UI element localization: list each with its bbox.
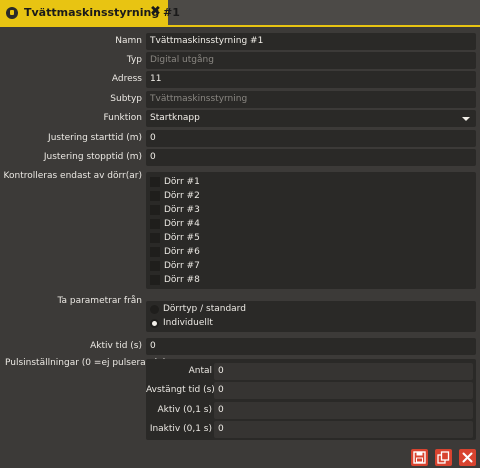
tab-close-icon[interactable]: ✖ [150, 4, 161, 19]
just-start-row: Justering starttid (m) 0 [0, 130, 480, 148]
justering-stopptid-field[interactable]: 0 [146, 149, 476, 166]
namn-label: Namn [115, 36, 142, 46]
door-label: Dörr #1 [164, 177, 200, 187]
door-label: Dörr #2 [164, 191, 200, 201]
params-label: Ta parametrar från [57, 296, 142, 306]
checkbox-icon [150, 275, 160, 285]
aktiv-01-field[interactable]: 0 [214, 402, 473, 419]
namn-field[interactable]: Tvättmaskinsstyrning #1 [146, 33, 476, 50]
justering-starttid-label: Justering starttid (m) [48, 133, 142, 143]
just-stopp-row: Justering stopptid (m) 0 [0, 149, 480, 167]
typ-label: Typ [126, 55, 142, 65]
namn-row: Namn Tvättmaskinsstyrning #1 [0, 33, 480, 51]
door-checkbox-8[interactable]: Dörr #8 [150, 275, 250, 287]
checkbox-icon [150, 205, 160, 215]
puls-avstangt-row: Avstängt tid (s) 0 [146, 382, 476, 400]
checkbox-icon [150, 177, 160, 187]
close-button[interactable] [459, 449, 476, 466]
door-checkbox-1[interactable]: Dörr #1 [150, 177, 250, 189]
aktiv-tid-row: Aktiv tid (s) 0 [0, 338, 480, 356]
radio-label: Dörrtyp / standard [163, 304, 246, 314]
avstangt-tid-label: Avstängt tid (s) [146, 385, 215, 395]
door-checkbox-6[interactable]: Dörr #6 [150, 247, 250, 259]
door-checkbox-2[interactable]: Dörr #2 [150, 191, 250, 203]
radio-dorrtyp-standard[interactable]: Dörrtyp / standard [150, 304, 300, 316]
subtyp-row: Subtyp Tvättmaskinsstyrning [0, 91, 480, 109]
door-checkbox-5[interactable]: Dörr #5 [150, 233, 250, 245]
funktion-select[interactable]: Startknapp [146, 110, 476, 127]
door-label: Dörr #4 [164, 219, 200, 229]
puls-antal-row: Antal 0 [146, 363, 476, 381]
door-checkbox-7[interactable]: Dörr #7 [150, 261, 250, 273]
copy-icon [437, 451, 450, 464]
checkbox-icon [150, 219, 160, 229]
door-label: Dörr #6 [164, 247, 200, 257]
funktion-value: Startknapp [150, 113, 200, 123]
door-checkbox-4[interactable]: Dörr #4 [150, 219, 250, 231]
funktion-label: Funktion [103, 113, 142, 123]
tab-tvattmaskinsstyrning[interactable]: Tvättmaskinsstyrning #1 ✖ [0, 0, 180, 26]
radio-selected-icon [150, 319, 159, 328]
aktiv-tid-label: Aktiv tid (s) [90, 341, 142, 351]
adress-row: Adress 11 [0, 71, 480, 89]
antal-label: Antal [188, 366, 212, 376]
chevron-down-icon [462, 117, 470, 121]
door-label: Dörr #3 [164, 205, 200, 215]
door-label: Dörr #8 [164, 275, 200, 285]
adress-label: Adress [111, 74, 142, 84]
subtyp-field: Tvättmaskinsstyrning [146, 91, 476, 108]
adress-field[interactable]: 11 [146, 71, 476, 88]
puls-inaktiv-row: Inaktiv (0,1 s) 0 [146, 421, 476, 439]
radio-individuellt[interactable]: Individuellt [150, 318, 300, 330]
funktion-row: Funktion Startknapp [0, 110, 480, 128]
typ-row: Typ Digital utgång [0, 52, 480, 70]
justering-stopptid-label: Justering stopptid (m) [43, 152, 142, 162]
checkbox-icon [150, 191, 160, 201]
puls-label: Pulsinställningar (0 =ej pulserande) [5, 358, 167, 368]
save-button[interactable] [411, 449, 428, 466]
aktiv-tid-field[interactable]: 0 [146, 338, 476, 355]
tab-bar: Tvättmaskinsstyrning #1 ✖ [0, 0, 480, 27]
subtyp-label: Subtyp [110, 94, 142, 104]
door-label: Dörr #7 [164, 261, 200, 271]
inaktiv-01-label: Inaktiv (0,1 s) [149, 424, 212, 434]
checkbox-icon [150, 247, 160, 257]
antal-field[interactable]: 0 [214, 363, 473, 380]
save-icon [413, 451, 426, 464]
puls-aktiv-row: Aktiv (0,1 s) 0 [146, 402, 476, 420]
door-checkbox-3[interactable]: Dörr #3 [150, 205, 250, 217]
checkbox-icon [150, 261, 160, 271]
justering-starttid-field[interactable]: 0 [146, 130, 476, 147]
avstangt-tid-field[interactable]: 0 [214, 382, 473, 399]
checkbox-icon [150, 233, 160, 243]
lock-icon [6, 7, 18, 19]
doors-label: Kontrolleras endast av dörr(ar) [3, 171, 142, 181]
aktiv-01-label: Aktiv (0,1 s) [157, 405, 212, 415]
copy-button[interactable] [435, 449, 452, 466]
radio-icon [150, 305, 159, 314]
close-icon [462, 452, 473, 463]
inaktiv-01-field[interactable]: 0 [214, 421, 473, 438]
radio-label: Individuellt [163, 318, 213, 328]
typ-field: Digital utgång [146, 52, 476, 69]
door-label: Dörr #5 [164, 233, 200, 243]
